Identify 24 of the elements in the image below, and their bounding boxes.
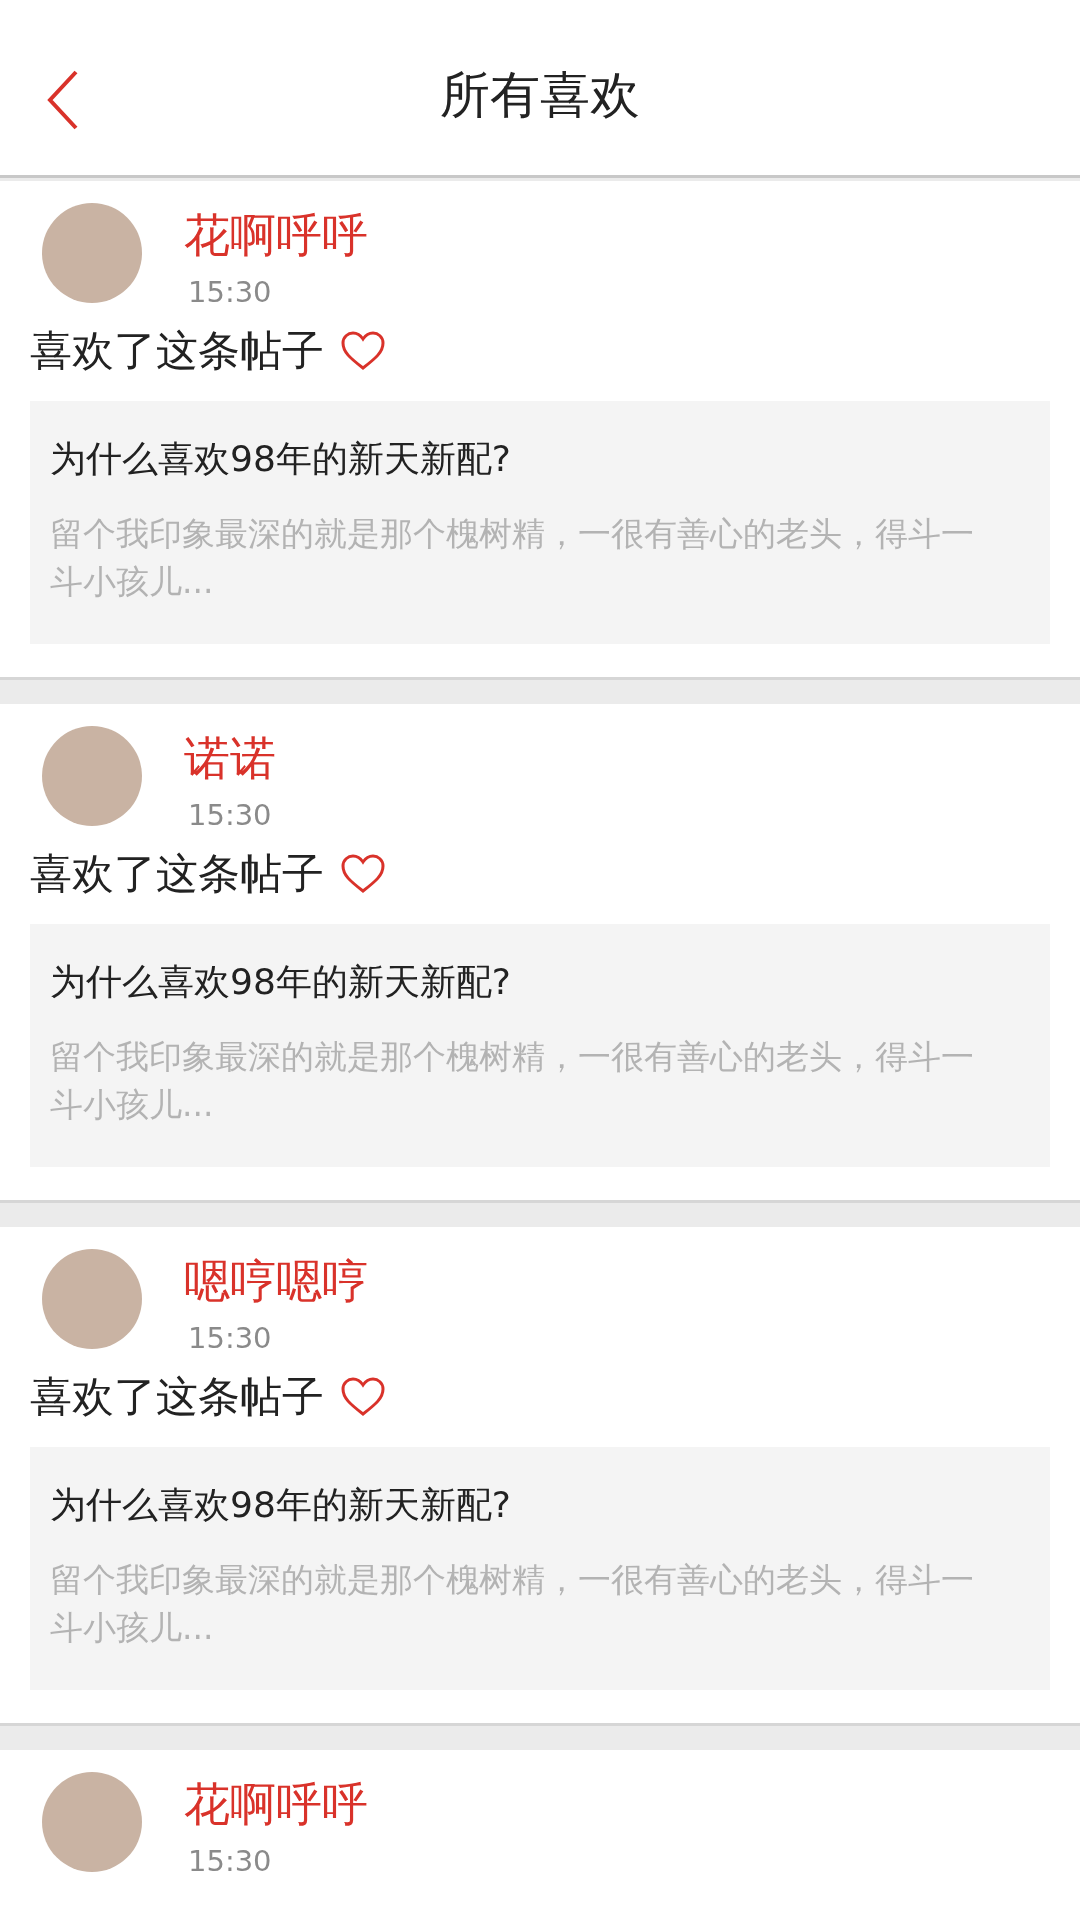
post-title: 为什么喜欢98年的新天新配? <box>50 1483 512 1527</box>
post-preview-card[interactable]: 为什么喜欢98年的新天新配? 留个我印象最深的就是那个槐树精，一很有善心的老头，得斗一斗小孩儿... <box>30 401 1050 644</box>
heart-icon <box>340 331 386 371</box>
like-time: 15:30 <box>188 798 273 832</box>
post-title: 为什么喜欢98年的新天新配? <box>50 437 512 481</box>
post-title: 为什么喜欢98年的新天新配? <box>50 960 512 1004</box>
post-excerpt: 留个我印象最深的就是那个槐树精，一很有善心的老头，得斗一斗小孩儿... <box>50 1559 975 1649</box>
post-preview-card[interactable]: 为什么喜欢98年的新天新配? 留个我印象最深的就是那个槐树精，一很有善心的老头，得斗一斗小孩儿... <box>30 1447 1050 1690</box>
user-name[interactable]: 花啊呼呼 <box>184 1774 368 1834</box>
post-excerpt: 留个我印象最深的就是那个槐树精，一很有善心的老头，得斗一斗小孩儿... <box>50 513 975 603</box>
like-time: 15:30 <box>188 1321 273 1355</box>
like-action-text: 喜欢了这条帖子 <box>30 1371 324 1423</box>
like-time: 15:30 <box>188 1844 273 1878</box>
heart-icon <box>340 854 386 894</box>
post-preview-card[interactable]: 为什么喜欢98年的新天新配? 留个我印象最深的就是那个槐树精，一很有善心的老头，得斗一斗小孩儿... <box>30 924 1050 1167</box>
like-action-text: 喜欢了这条帖子 <box>30 325 324 377</box>
page-title: 所有喜欢 <box>440 65 640 126</box>
post-excerpt: 留个我印象最深的就是那个槐树精，一很有善心的老头，得斗一斗小孩儿... <box>50 1036 975 1126</box>
user-name[interactable]: 花啊呼呼 <box>184 205 368 265</box>
heart-icon <box>340 1377 386 1417</box>
like-action-text: 喜欢了这条帖子 <box>30 848 324 900</box>
like-time: 15:30 <box>188 275 273 309</box>
user-name[interactable]: 嗯哼嗯哼 <box>184 1251 368 1311</box>
user-name[interactable]: 诺诺 <box>184 728 276 788</box>
